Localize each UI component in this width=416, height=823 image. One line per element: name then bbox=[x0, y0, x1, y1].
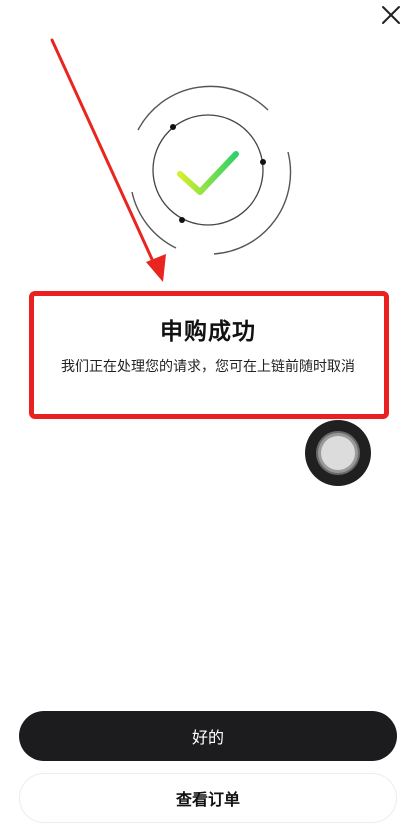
success-illustration bbox=[118, 82, 298, 262]
assistive-touch-button[interactable] bbox=[305, 420, 371, 486]
close-icon bbox=[382, 6, 400, 24]
result-title: 申购成功 bbox=[160, 319, 256, 345]
result-message: 我们正在处理您的请求，您可在上链前随时取消 bbox=[61, 359, 355, 375]
check-icon bbox=[177, 151, 239, 195]
close-button[interactable] bbox=[378, 2, 404, 28]
view-order-button[interactable]: 查看订单 bbox=[19, 773, 397, 823]
annotation-highlight-box bbox=[29, 291, 389, 419]
ok-button[interactable]: 好的 bbox=[19, 711, 397, 761]
assistive-touch-icon bbox=[316, 431, 360, 475]
